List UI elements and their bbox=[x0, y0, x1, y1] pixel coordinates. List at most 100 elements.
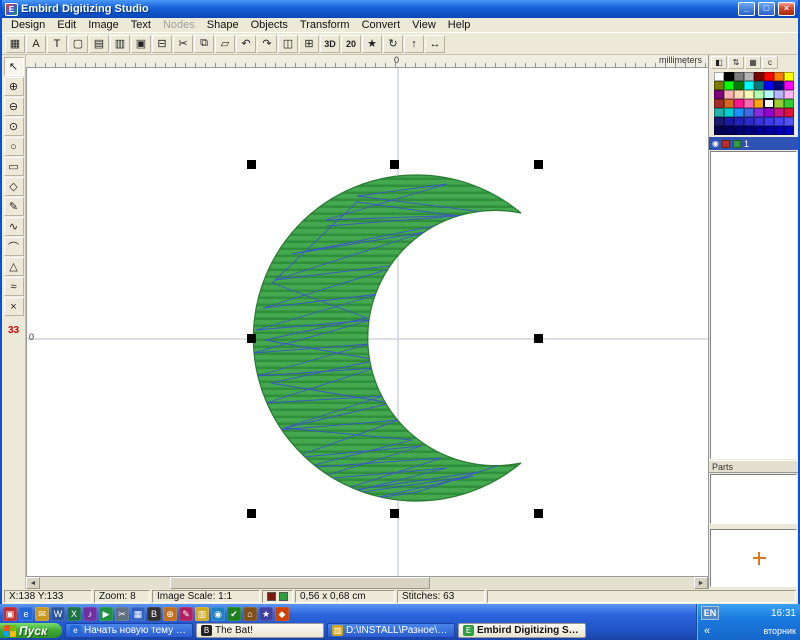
color-swatch[interactable] bbox=[724, 72, 734, 81]
view-3d-button[interactable]: 3D bbox=[320, 35, 340, 53]
layer-row[interactable]: ◉ 1 bbox=[709, 137, 798, 150]
parts-list[interactable] bbox=[710, 474, 797, 524]
color-swatch[interactable] bbox=[724, 90, 734, 99]
menu-objects[interactable]: Objects bbox=[245, 19, 294, 31]
color-swatch[interactable] bbox=[744, 90, 754, 99]
scroll-left-icon[interactable]: ◄ bbox=[26, 577, 40, 589]
selection-handle-e[interactable] bbox=[534, 334, 543, 343]
color-swatch[interactable] bbox=[774, 99, 784, 108]
menu-image[interactable]: Image bbox=[82, 19, 125, 31]
color-swatch[interactable] bbox=[784, 117, 794, 126]
diamond-tool[interactable]: ◇ bbox=[4, 177, 24, 196]
ql-star-icon[interactable]: ★ bbox=[259, 607, 273, 621]
task-browser[interactable]: e Начать новую тему :: В... bbox=[65, 623, 193, 638]
ql-player-icon[interactable]: ▶ bbox=[99, 607, 113, 621]
copy-button[interactable]: ⧉ bbox=[194, 35, 214, 53]
colors-button[interactable]: c bbox=[762, 56, 778, 69]
horizontal-scrollbar[interactable]: ◄ ► bbox=[26, 576, 708, 589]
color-swatch[interactable] bbox=[744, 108, 754, 117]
ql-word-icon[interactable]: W bbox=[51, 607, 65, 621]
zoom-in-tool[interactable]: ⊕ bbox=[4, 77, 24, 96]
color-swatch[interactable] bbox=[724, 81, 734, 90]
wave-tool[interactable]: ≈ bbox=[4, 277, 24, 296]
scroll-right-icon[interactable]: ► bbox=[694, 577, 708, 589]
color-swatch[interactable] bbox=[784, 126, 794, 135]
color-swatch[interactable] bbox=[714, 99, 724, 108]
crescent-shape[interactable] bbox=[253, 175, 521, 501]
color-swatch[interactable] bbox=[754, 126, 764, 135]
menu-convert[interactable]: Convert bbox=[356, 19, 407, 31]
open-button[interactable]: ▤ bbox=[89, 35, 109, 53]
color-swatch[interactable] bbox=[724, 117, 734, 126]
cut-button[interactable]: ✂ bbox=[173, 35, 193, 53]
ql-grid-icon[interactable]: ▦ bbox=[131, 607, 145, 621]
color-swatch[interactable] bbox=[744, 117, 754, 126]
ql-desktop-icon[interactable]: ▣ bbox=[3, 607, 17, 621]
color-swatch[interactable] bbox=[774, 117, 784, 126]
menu-transform[interactable]: Transform bbox=[294, 19, 356, 31]
regenerate-button[interactable]: ↻ bbox=[383, 35, 403, 53]
selection-handle-s[interactable] bbox=[390, 509, 399, 518]
menu-design[interactable]: Design bbox=[5, 19, 51, 31]
style-button[interactable]: ◧ bbox=[711, 56, 727, 69]
minimize-button[interactable]: _ bbox=[738, 2, 755, 16]
color-swatch[interactable] bbox=[734, 108, 744, 117]
color-swatch[interactable] bbox=[764, 126, 774, 135]
new-button[interactable]: ▢ bbox=[68, 35, 88, 53]
ql-mail-icon[interactable]: ✉ bbox=[35, 607, 49, 621]
color-swatch[interactable] bbox=[714, 81, 724, 90]
ql-check-icon[interactable]: ✔ bbox=[227, 607, 241, 621]
color-swatch[interactable] bbox=[774, 81, 784, 90]
color-swatch[interactable] bbox=[784, 90, 794, 99]
color-swatch[interactable] bbox=[734, 99, 744, 108]
color-swatch[interactable] bbox=[734, 117, 744, 126]
grid-button[interactable]: ⊞ bbox=[299, 35, 319, 53]
color-swatch[interactable] bbox=[774, 126, 784, 135]
language-indicator[interactable]: EN bbox=[701, 606, 719, 620]
palette-grid-button[interactable]: ▦ bbox=[745, 56, 761, 69]
save-button[interactable]: ▣ bbox=[131, 35, 151, 53]
color-swatch[interactable] bbox=[754, 99, 764, 108]
rect-tool[interactable]: ▭ bbox=[4, 157, 24, 176]
design-canvas[interactable]: 0 bbox=[26, 68, 708, 576]
color-swatch[interactable] bbox=[754, 108, 764, 117]
lettering-button[interactable]: A bbox=[26, 35, 46, 53]
triangle-tool[interactable]: △ bbox=[4, 257, 24, 276]
merge-button[interactable]: ▥ bbox=[110, 35, 130, 53]
selection-handle-se[interactable] bbox=[534, 509, 543, 518]
ql-ie-icon[interactable]: e bbox=[19, 607, 33, 621]
order-button[interactable]: ⇅ bbox=[728, 56, 744, 69]
color-swatch[interactable] bbox=[764, 90, 774, 99]
ql-snip-icon[interactable]: ✂ bbox=[115, 607, 129, 621]
color-swatch[interactable] bbox=[734, 72, 744, 81]
preview-panel[interactable] bbox=[710, 529, 797, 587]
ql-media-icon[interactable]: ♪ bbox=[83, 607, 97, 621]
color-swatch[interactable] bbox=[724, 99, 734, 108]
redo-button[interactable]: ↷ bbox=[257, 35, 277, 53]
color-swatch[interactable] bbox=[724, 126, 734, 135]
color-swatch[interactable] bbox=[784, 81, 794, 90]
curve-tool[interactable]: ∿ bbox=[4, 217, 24, 236]
ql-home-icon[interactable]: ⌂ bbox=[243, 607, 257, 621]
color-swatch[interactable] bbox=[774, 108, 784, 117]
selection-handle-nw[interactable] bbox=[247, 160, 256, 169]
eye-icon[interactable]: ◉ bbox=[712, 139, 719, 148]
print-button[interactable]: ⊟ bbox=[152, 35, 172, 53]
color-swatch[interactable] bbox=[734, 81, 744, 90]
color-swatch[interactable] bbox=[754, 81, 764, 90]
color-swatch[interactable] bbox=[734, 126, 744, 135]
color-swatch[interactable] bbox=[744, 72, 754, 81]
color-swatch[interactable] bbox=[764, 72, 774, 81]
maximize-button[interactable]: □ bbox=[758, 2, 775, 16]
titlebar[interactable]: E Embird Digitizing Studio _ □ × bbox=[2, 0, 798, 18]
paste-button[interactable]: ▱ bbox=[215, 35, 235, 53]
color-swatch[interactable] bbox=[754, 90, 764, 99]
select-tool[interactable]: ↖ bbox=[4, 57, 24, 76]
menu-text[interactable]: Text bbox=[125, 19, 157, 31]
freehand-tool[interactable]: ✎ bbox=[4, 197, 24, 216]
color-swatch[interactable] bbox=[764, 81, 774, 90]
color-swatch[interactable] bbox=[734, 90, 744, 99]
move-up-button[interactable]: ↑ bbox=[404, 35, 424, 53]
menu-nodes[interactable]: Nodes bbox=[157, 19, 201, 31]
color-swatch[interactable] bbox=[714, 108, 724, 117]
